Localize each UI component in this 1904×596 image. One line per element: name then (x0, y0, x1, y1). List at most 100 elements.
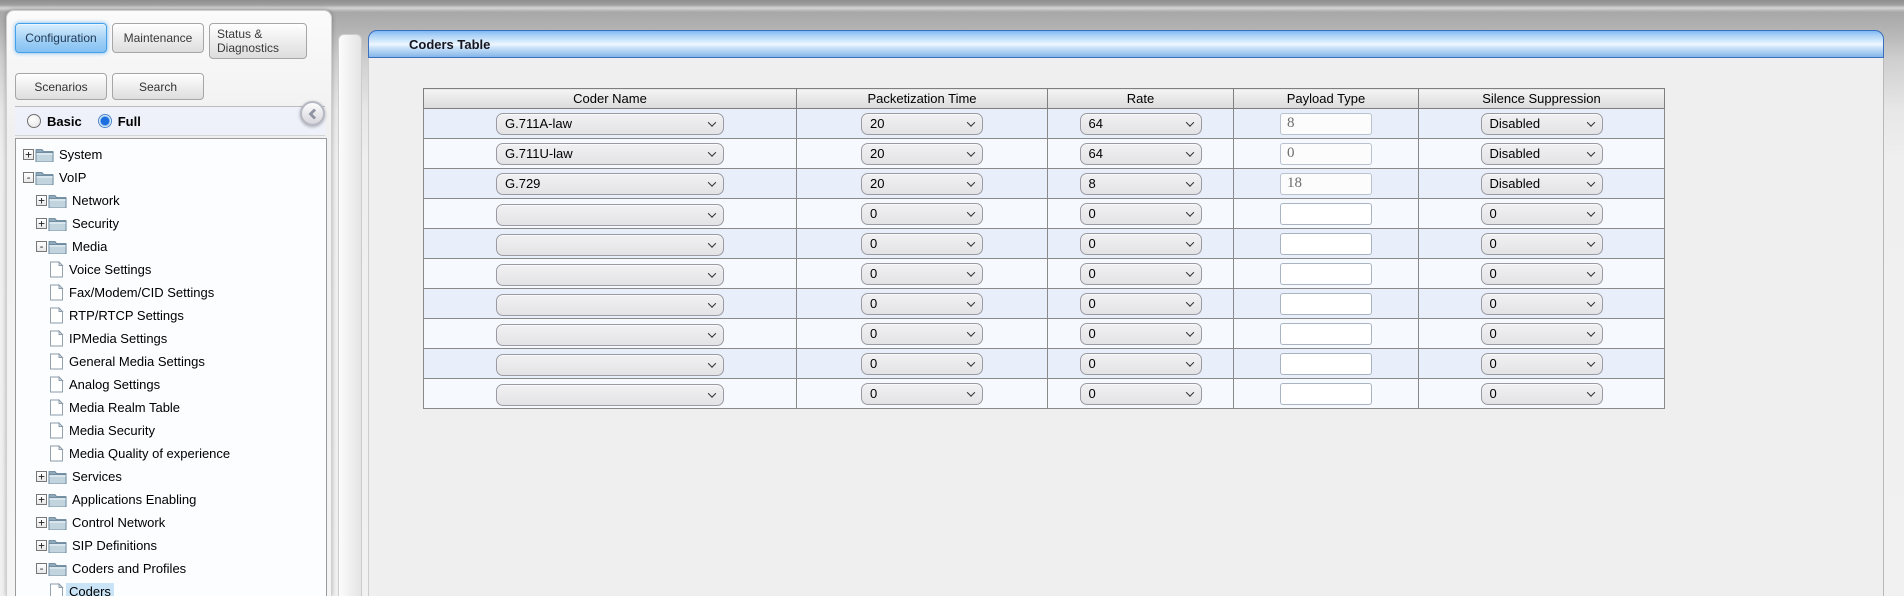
coder-name-select[interactable] (496, 354, 724, 376)
tree-item[interactable]: + Network (16, 189, 326, 212)
tree-expander-icon[interactable]: - (36, 241, 47, 252)
rate-select[interactable]: 64 (1080, 113, 1202, 135)
rate-select[interactable]: 0 (1080, 353, 1202, 375)
tree-item-label[interactable]: Analog Settings (66, 376, 163, 393)
tree-item[interactable]: IPMedia Settings (16, 327, 326, 350)
tree-item[interactable]: Media Quality of experience (16, 442, 326, 465)
silence-suppression-select[interactable]: 0 (1481, 263, 1603, 285)
tree-item-label[interactable]: Media Realm Table (66, 399, 183, 416)
coder-name-select[interactable] (496, 264, 724, 286)
coder-name-select[interactable] (496, 324, 724, 346)
tree-item-label[interactable]: System (56, 146, 105, 163)
tree-item-label[interactable]: Security (69, 215, 122, 232)
tree-item-label[interactable]: General Media Settings (66, 353, 208, 370)
tree-item-label[interactable]: Fax/Modem/CID Settings (66, 284, 217, 301)
tree-item-label[interactable]: Media Security (66, 422, 158, 439)
tree-item[interactable]: + SIP Definitions (16, 534, 326, 557)
coder-name-select[interactable] (496, 204, 724, 226)
tree-item[interactable]: Analog Settings (16, 373, 326, 396)
tree-item-label[interactable]: VoIP (56, 169, 89, 186)
tree-item-label[interactable]: Control Network (69, 514, 168, 531)
tree-item[interactable]: + Services (16, 465, 326, 488)
packetization-time-select[interactable]: 0 (861, 353, 983, 375)
tree-item[interactable]: + System (16, 143, 326, 166)
tree-item[interactable]: - VoIP (16, 166, 326, 189)
tree-item-label[interactable]: Applications Enabling (69, 491, 199, 508)
tree-item-label[interactable]: IPMedia Settings (66, 330, 170, 347)
tree-item[interactable]: + Applications Enabling (16, 488, 326, 511)
coder-name-select[interactable]: G.729 (496, 173, 724, 195)
tree-item-label[interactable]: Coders (66, 583, 114, 596)
payload-type-input[interactable] (1280, 353, 1372, 375)
rate-select[interactable]: 0 (1080, 263, 1202, 285)
tree-item[interactable]: Fax/Modem/CID Settings (16, 281, 326, 304)
tree-expander-icon[interactable]: - (23, 172, 34, 183)
packetization-time-select[interactable]: 0 (861, 203, 983, 225)
rate-select[interactable]: 0 (1080, 233, 1202, 255)
scenarios-button[interactable]: Scenarios (15, 73, 107, 100)
tree-item[interactable]: General Media Settings (16, 350, 326, 373)
collapse-sidebar-button[interactable] (300, 101, 325, 126)
coder-name-select[interactable] (496, 234, 724, 256)
tab-maintenance[interactable]: Maintenance (112, 23, 204, 53)
tree-item-label[interactable]: Services (69, 468, 125, 485)
rate-select[interactable]: 8 (1080, 173, 1202, 195)
coder-name-select[interactable] (496, 294, 724, 316)
payload-type-input[interactable] (1280, 293, 1372, 315)
tree-expander-icon[interactable]: - (36, 563, 47, 574)
basic-radio-label[interactable]: Basic (47, 114, 82, 129)
tab-status-diagnostics[interactable]: Status & Diagnostics (209, 23, 307, 59)
packetization-time-select[interactable]: 0 (861, 323, 983, 345)
payload-type-input[interactable] (1280, 233, 1372, 255)
tree-item[interactable]: Voice Settings (16, 258, 326, 281)
silence-suppression-select[interactable]: 0 (1481, 203, 1603, 225)
tree-item[interactable]: + Control Network (16, 511, 326, 534)
payload-type-input[interactable] (1280, 203, 1372, 225)
rate-select[interactable]: 0 (1080, 383, 1202, 405)
tree-item[interactable]: - Coders and Profiles (16, 557, 326, 580)
tree-item-label[interactable]: SIP Definitions (69, 537, 160, 554)
payload-type-input[interactable] (1280, 263, 1372, 285)
silence-suppression-select[interactable]: 0 (1481, 233, 1603, 255)
silence-suppression-select[interactable]: 0 (1481, 323, 1603, 345)
tree-expander-icon[interactable]: + (36, 195, 47, 206)
packetization-time-select[interactable]: 0 (861, 383, 983, 405)
payload-type-input[interactable] (1280, 323, 1372, 345)
tree-item-label[interactable]: Network (69, 192, 123, 209)
tree-item[interactable]: - Media (16, 235, 326, 258)
tree-expander-icon[interactable]: + (23, 149, 34, 160)
coder-name-select[interactable]: G.711U-law (496, 143, 724, 165)
payload-type-input[interactable] (1280, 113, 1372, 135)
tree-item[interactable]: + Security (16, 212, 326, 235)
payload-type-input[interactable] (1280, 173, 1372, 195)
rate-select[interactable]: 0 (1080, 293, 1202, 315)
full-radio[interactable] (98, 114, 112, 128)
packetization-time-select[interactable]: 20 (861, 143, 983, 165)
tree-item-label[interactable]: Media (69, 238, 110, 255)
rate-select[interactable]: 0 (1080, 203, 1202, 225)
packetization-time-select[interactable]: 20 (861, 113, 983, 135)
panel-splitter[interactable] (338, 34, 362, 596)
rate-select[interactable]: 64 (1080, 143, 1202, 165)
tree-item[interactable]: Coders (16, 580, 326, 596)
tree-item-label[interactable]: RTP/RTCP Settings (66, 307, 187, 324)
search-button[interactable]: Search (112, 73, 204, 100)
tab-configuration[interactable]: Configuration (15, 23, 107, 53)
tree-expander-icon[interactable]: + (36, 540, 47, 551)
tree-expander-icon[interactable]: + (36, 471, 47, 482)
tree-item-label[interactable]: Voice Settings (66, 261, 154, 278)
tree-item-label[interactable]: Coders and Profiles (69, 560, 189, 577)
silence-suppression-select[interactable]: 0 (1481, 293, 1603, 315)
basic-radio[interactable] (27, 114, 41, 128)
rate-select[interactable]: 0 (1080, 323, 1202, 345)
coder-name-select[interactable]: G.711A-law (496, 113, 724, 135)
silence-suppression-select[interactable]: Disabled (1481, 143, 1603, 165)
tree-item-label[interactable]: Media Quality of experience (66, 445, 233, 462)
tree-item[interactable]: Media Security (16, 419, 326, 442)
full-radio-label[interactable]: Full (118, 114, 141, 129)
coder-name-select[interactable] (496, 384, 724, 406)
tree-item[interactable]: Media Realm Table (16, 396, 326, 419)
packetization-time-select[interactable]: 0 (861, 263, 983, 285)
packetization-time-select[interactable]: 20 (861, 173, 983, 195)
packetization-time-select[interactable]: 0 (861, 293, 983, 315)
